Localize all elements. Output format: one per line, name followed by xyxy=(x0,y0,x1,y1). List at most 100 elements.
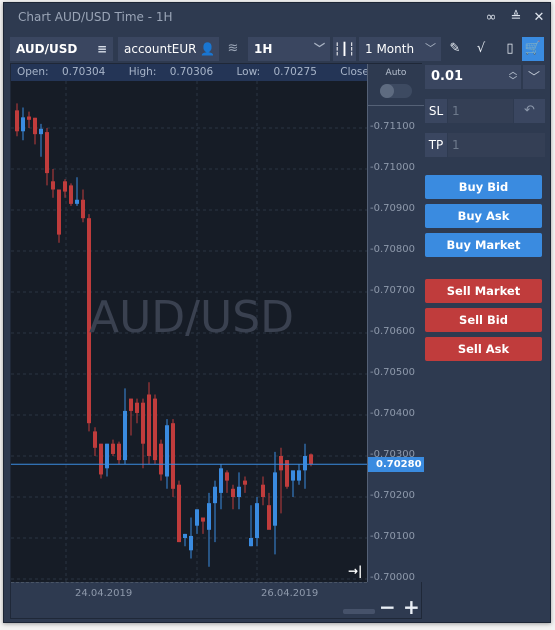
hook-icon: ↶ xyxy=(524,103,535,118)
plot-area[interactable]: AUD/USD Open: 0.70304 High: 0.70306 Low:… xyxy=(11,64,367,582)
buy-bid-button[interactable]: Buy Bid xyxy=(425,175,542,199)
link-icon[interactable]: ∞ xyxy=(482,9,500,27)
candle-body xyxy=(297,470,301,481)
y-tick-label: -0.70600 xyxy=(370,326,415,337)
price-axis[interactable]: Auto -0.71100 -0.71000 -0.70900 -0.70800 -0.… xyxy=(367,64,424,583)
candle xyxy=(63,179,67,198)
chart-window: Chart AUD/USD Time - 1H ∞ ≜ ✕ AUD/USD ≡ … xyxy=(3,2,551,623)
candle-body xyxy=(111,443,115,454)
cart-icon[interactable]: 🛒 xyxy=(522,37,544,61)
y-tick-label: -0.70500 xyxy=(370,367,415,378)
time-axis[interactable]: 24.04.2019 26.04.2019 xyxy=(11,582,367,620)
draw-pencil-icon[interactable]: ✎ xyxy=(444,37,466,61)
period-label: 1 Month xyxy=(365,42,415,56)
horizontal-scrollbar[interactable] xyxy=(343,609,375,614)
candle xyxy=(129,398,133,436)
sl-input[interactable]: 1 xyxy=(448,99,513,123)
zoom-out-button[interactable]: − xyxy=(379,597,396,617)
pin-icon[interactable]: ≜ xyxy=(507,9,525,27)
auto-scale-toggle[interactable] xyxy=(380,84,412,98)
auto-label: Auto xyxy=(385,68,407,78)
candle xyxy=(189,517,193,559)
candle-body xyxy=(177,484,181,543)
candle xyxy=(255,497,259,547)
tp-input[interactable]: 1 xyxy=(448,133,545,157)
candle-body xyxy=(51,181,55,190)
close-icon[interactable]: ✕ xyxy=(530,9,548,27)
scroll-to-end-icon[interactable]: →| xyxy=(348,564,362,578)
sell-market-button[interactable]: Sell Market xyxy=(425,279,542,303)
candle xyxy=(267,492,271,530)
sl-hook-button[interactable]: ↶ xyxy=(514,99,545,123)
candle-body xyxy=(81,199,85,219)
candle-body xyxy=(303,456,307,471)
candle-body xyxy=(243,480,247,485)
high-value: 0.70306 xyxy=(169,66,214,78)
candle-body xyxy=(93,431,97,448)
candle xyxy=(21,107,25,141)
candle xyxy=(159,439,163,481)
period-dropdown[interactable]: 1 Month ﹀ xyxy=(359,37,441,61)
symbol-watermark: AUD/USD xyxy=(89,292,295,343)
x-tick-label: 26.04.2019 xyxy=(261,588,319,599)
candle xyxy=(93,427,97,456)
sell-bid-button[interactable]: Sell Bid xyxy=(425,308,542,332)
candle-body xyxy=(153,398,157,461)
window-title: Chart AUD/USD Time - 1H xyxy=(18,10,173,24)
candle xyxy=(81,189,85,223)
candle xyxy=(105,443,109,477)
indicator-add-icon[interactable]: √ xyxy=(470,37,492,61)
candle xyxy=(177,480,181,543)
candle-body xyxy=(21,117,25,132)
buy-market-button[interactable]: Buy Market xyxy=(425,233,542,257)
candlestick-icon: ┆┃┆ xyxy=(333,42,356,56)
low-value: 0.70275 xyxy=(273,66,317,78)
y-tick-label: -0.70900 xyxy=(370,203,415,214)
y-tick-label: -0.70200 xyxy=(370,490,415,501)
candle-body xyxy=(147,394,151,456)
candle xyxy=(225,470,229,493)
candle xyxy=(231,484,235,510)
candle-body xyxy=(189,535,193,551)
indicator-icon[interactable]: ≋ xyxy=(222,37,244,61)
current-price-tag: 0.70280 xyxy=(368,457,424,473)
candle xyxy=(207,492,211,567)
account-label: accountEUR xyxy=(124,42,197,56)
candle xyxy=(51,169,55,198)
quantity-input[interactable]: 0.01 ︿ ﹀ xyxy=(425,65,521,89)
candle-body xyxy=(75,199,79,204)
candle xyxy=(261,476,265,506)
zoom-in-button[interactable]: + xyxy=(403,597,420,617)
candle xyxy=(279,447,283,514)
y-tick-label: -0.71000 xyxy=(370,162,415,173)
symbol-selector[interactable]: AUD/USD ≡ xyxy=(10,37,113,61)
candle xyxy=(237,472,241,510)
candlestick-type-button[interactable]: ┆┃┆ xyxy=(333,37,356,61)
quantity-dropdown[interactable]: ﹀ xyxy=(523,65,545,89)
candle xyxy=(147,382,151,465)
mouse-icon[interactable]: ▯ xyxy=(499,37,521,61)
candle-body xyxy=(201,517,205,522)
candle-body xyxy=(231,488,235,497)
candle-body xyxy=(135,402,139,413)
candle-body xyxy=(237,486,241,497)
candle-body xyxy=(99,443,103,475)
account-selector[interactable]: accountEUR 👤 xyxy=(118,37,219,61)
buy-ask-button[interactable]: Buy Ask xyxy=(425,204,542,228)
candle-body xyxy=(195,509,199,526)
y-tick-label: -0.70700 xyxy=(370,285,415,296)
candle-body xyxy=(15,110,19,132)
y-tick-label: -0.70800 xyxy=(370,244,415,255)
candle xyxy=(27,111,31,128)
candle xyxy=(219,464,223,510)
sell-ask-button[interactable]: Sell Ask xyxy=(425,337,542,361)
candle-body xyxy=(207,503,211,530)
candle-body xyxy=(45,132,49,174)
candle xyxy=(57,189,61,243)
candle-body xyxy=(225,472,229,481)
quantity-stepper[interactable]: ︿ ﹀ xyxy=(509,67,517,85)
candle xyxy=(75,177,79,206)
timeframe-dropdown[interactable]: 1H ﹀ xyxy=(248,37,330,61)
candle-body xyxy=(291,470,295,481)
candle xyxy=(33,117,37,145)
